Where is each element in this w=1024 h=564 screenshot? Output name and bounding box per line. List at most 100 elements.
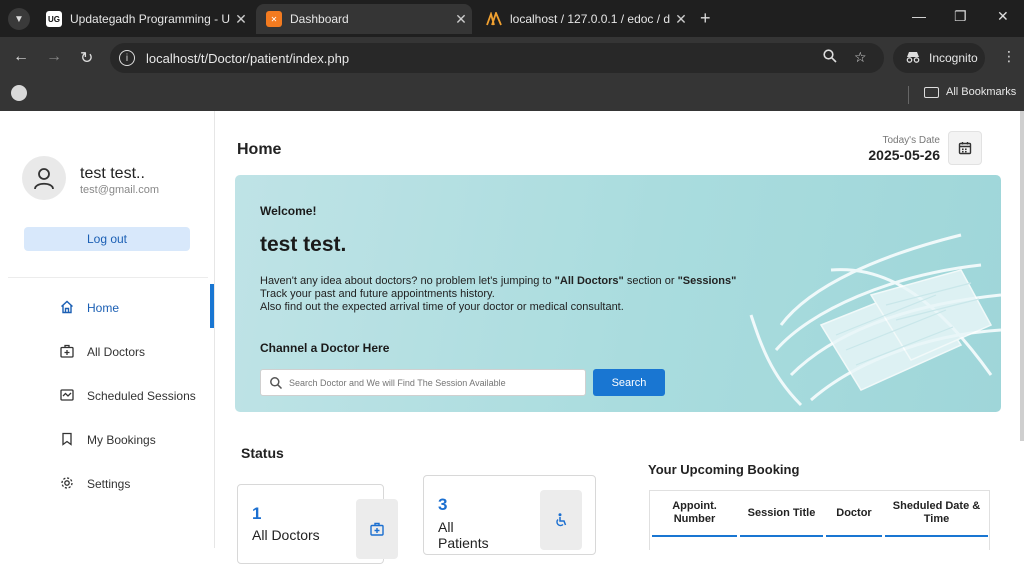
all-doctors-link-text: "All Doctors"	[554, 275, 624, 287]
calendar-button[interactable]	[948, 131, 982, 165]
today-date-value: 2025-05-26	[868, 147, 940, 163]
main-content: Home Today's Date 2025-05-26 Welcome! te…	[216, 111, 1024, 564]
tab-title: Dashboard	[290, 12, 349, 26]
reload-icon[interactable]: ↻	[80, 48, 93, 68]
desc-line3: Also find out the expected arrival time …	[260, 301, 624, 313]
all-bookmarks-button[interactable]: All Bookmarks	[924, 86, 1016, 98]
incognito-badge[interactable]: Incognito	[893, 43, 985, 73]
tab-search-button[interactable]: ▼	[8, 8, 30, 30]
stat-label: All Patients	[438, 519, 489, 551]
url-text[interactable]: localhost/t/Doctor/patient/index.php	[146, 51, 349, 66]
sessions-icon	[60, 389, 74, 401]
welcome-heading: Welcome!	[260, 204, 317, 218]
medical-bag-icon	[370, 522, 384, 536]
sidebar-item-label: Settings	[87, 477, 131, 491]
incognito-icon	[905, 51, 921, 66]
minimize-icon[interactable]: —	[912, 8, 926, 24]
welcome-banner: Welcome! test test. Haven't any idea abo…	[235, 175, 1001, 412]
column-header-scheduled-date-time[interactable]: Sheduled Date & Time	[885, 491, 988, 537]
stat-card-all-patients[interactable]: 3 All Patients	[423, 475, 596, 555]
desc-line2: Track your past and future appointments …	[260, 288, 495, 300]
sidebar-item-all-doctors[interactable]: All Doctors	[0, 336, 215, 366]
sidebar: test test.. test@gmail.com Log out Home …	[0, 111, 215, 548]
bookmarks-bar: All Bookmarks	[0, 79, 1024, 111]
desc-line1-prefix: Haven't any idea about doctors? no probl…	[260, 275, 555, 287]
column-header-session-title[interactable]: Session Title	[740, 491, 823, 537]
doctor-search-input[interactable]	[289, 374, 579, 392]
address-toolbar: ← → ↻ i localhost/t/Doctor/patient/index…	[0, 37, 1024, 79]
logout-button[interactable]: Log out	[24, 227, 190, 251]
sidebar-item-label: My Bookings	[87, 433, 156, 447]
gear-icon	[61, 477, 73, 489]
sidebar-item-scheduled-sessions[interactable]: Scheduled Sessions	[0, 380, 215, 410]
today-date-label: Today's Date	[882, 135, 941, 146]
upcoming-booking-heading: Your Upcoming Booking	[648, 462, 800, 477]
close-window-icon[interactable]: ✕	[997, 8, 1009, 25]
stat-count: 3	[438, 495, 448, 514]
browser-tab-updategadh[interactable]: UG Updategadh Programming - Upda ✕	[36, 4, 252, 34]
updategadh-favicon-icon: UG	[46, 11, 62, 27]
sessions-link-text: "Sessions"	[677, 275, 737, 287]
zoom-search-icon[interactable]	[823, 49, 837, 66]
new-tab-icon[interactable]: +	[700, 8, 711, 29]
channel-doctor-heading: Channel a Doctor Here	[260, 341, 390, 355]
column-header-appoint-number[interactable]: Appoint. Number	[652, 491, 737, 537]
web-page: test test.. test@gmail.com Log out Home …	[0, 111, 1024, 564]
site-info-icon[interactable]: i	[119, 50, 135, 66]
close-tab-icon[interactable]: ✕	[450, 11, 472, 28]
stat-count: 1	[252, 504, 262, 523]
calendar-icon	[958, 142, 972, 155]
search-icon	[270, 377, 283, 390]
close-tab-icon[interactable]: ✕	[230, 11, 252, 28]
close-tab-icon[interactable]: ✕	[670, 11, 692, 28]
xampp-favicon-icon: ✕	[266, 11, 282, 27]
browser-tab-dashboard[interactable]: ✕ Dashboard ✕	[256, 4, 472, 34]
sidebar-item-label: All Doctors	[87, 345, 146, 359]
back-arrow-icon[interactable]: ←	[13, 48, 29, 66]
upcoming-booking-table: Appoint. Number Session Title Doctor She…	[649, 490, 990, 550]
phpmyadmin-favicon-icon	[486, 11, 502, 27]
stat-label: All Doctors	[252, 527, 320, 543]
omnibox[interactable]: i localhost/t/Doctor/patient/index.php ☆	[110, 43, 884, 73]
browser-tab-strip: ▼ UG Updategadh Programming - Upda ✕ ✕ D…	[0, 0, 1024, 37]
doctor-search-box[interactable]	[260, 369, 586, 396]
home-icon	[61, 300, 73, 314]
search-button[interactable]: Search	[593, 369, 665, 396]
incognito-label: Incognito	[929, 51, 978, 65]
column-header-doctor[interactable]: Doctor	[826, 491, 882, 537]
welcome-description: Haven't any idea about doctors? no probl…	[260, 275, 736, 314]
user-icon	[34, 168, 54, 190]
tab-title: localhost / 127.0.0.1 / edoc / doct	[510, 12, 670, 26]
all-bookmarks-label: All Bookmarks	[946, 86, 1017, 98]
welcome-user-name: test test.	[260, 233, 347, 256]
desc-line1-mid: section or	[623, 275, 678, 287]
sidebar-item-label: Home	[87, 301, 120, 315]
sidebar-item-my-bookings[interactable]: My Bookings	[0, 424, 215, 454]
stat-icon-box	[540, 490, 582, 550]
tab-title: Updategadh Programming - Upda	[70, 12, 230, 26]
bookmarks-divider	[908, 86, 909, 104]
user-email: test@gmail.com	[80, 184, 160, 196]
forward-arrow-icon[interactable]: →	[46, 48, 62, 66]
bookmark-star-icon[interactable]: ☆	[854, 49, 867, 66]
sidebar-item-home[interactable]: Home	[0, 284, 215, 328]
sidebar-item-label: Scheduled Sessions	[87, 389, 196, 403]
browser-menu-icon[interactable]: ⋮	[1002, 48, 1016, 65]
user-name: test test..	[80, 165, 145, 182]
browser-tab-phpmyadmin[interactable]: localhost / 127.0.0.1 / edoc / doct ✕	[476, 4, 692, 34]
sidebar-item-settings[interactable]: Settings	[0, 468, 215, 498]
avatar	[22, 156, 66, 200]
globe-icon[interactable]	[11, 85, 27, 101]
folder-icon	[924, 86, 939, 98]
page-scrollbar[interactable]	[1020, 111, 1024, 441]
stat-card-all-doctors[interactable]: 1 All Doctors	[237, 484, 398, 564]
restore-icon[interactable]: ❐	[954, 8, 967, 25]
active-indicator	[210, 284, 214, 328]
wheelchair-icon	[556, 513, 567, 527]
status-heading: Status	[241, 445, 284, 461]
page-title: Home	[237, 141, 282, 158]
bookmark-icon	[62, 432, 72, 446]
medical-bag-icon	[60, 344, 74, 358]
sidebar-divider	[8, 277, 208, 278]
stat-icon-box	[356, 499, 398, 559]
